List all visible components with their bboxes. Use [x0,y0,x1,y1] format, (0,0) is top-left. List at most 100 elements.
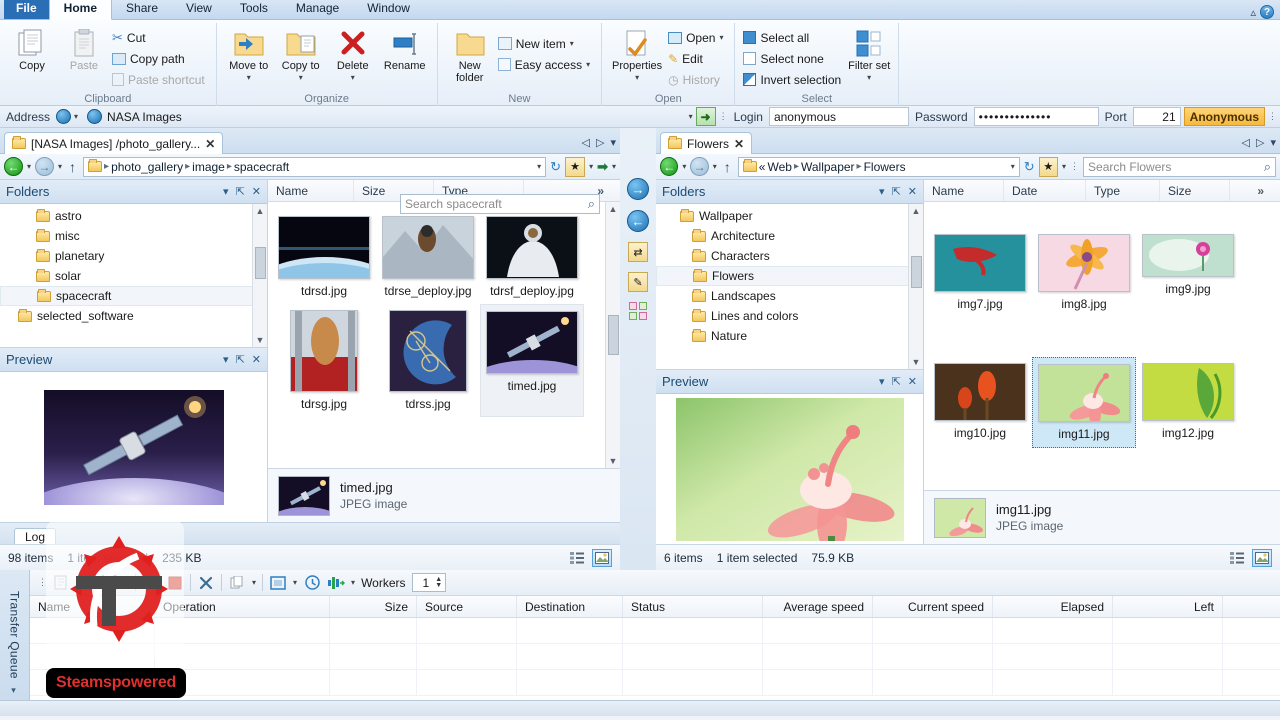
right-crumb-2[interactable]: Flowers [864,160,906,174]
move-to-button[interactable]: Move to ▾ [223,25,275,84]
left-tree-item-misc[interactable]: misc [0,226,267,246]
right-back-icon[interactable]: ← [660,157,679,176]
workers-stepper[interactable]: 1 ▲ ▼ [411,573,447,592]
right-col-more-icon[interactable]: » [1257,184,1280,198]
tq-add-transfer-icon[interactable] [77,574,95,592]
tq-schedule-clock-icon[interactable] [303,574,321,592]
left-auto-caret-icon[interactable]: ▾ [612,162,616,171]
right-nav-overflow-icon[interactable]: ⋮ [1070,161,1079,172]
tq-pause-icon[interactable] [142,574,160,592]
copy-path-button[interactable]: Copy path [110,48,210,69]
transfer-queue-collapse-icon[interactable]: ▾ [10,686,20,696]
left-file-item[interactable]: tdrss.jpg [376,304,480,417]
left-grid-scrollbar[interactable]: ▲ ▼ [605,202,620,468]
scroll-down-icon[interactable]: ▼ [256,333,265,347]
tq-stop-icon[interactable] [166,574,184,592]
right-tree-item-wallpaper[interactable]: Wallpaper [656,206,923,226]
right-search-input[interactable]: Search Flowers ⌕ [1083,156,1276,177]
scroll-up-icon[interactable]: ▲ [256,204,265,218]
right-details-view-button[interactable] [1227,549,1247,567]
left-auto-transfer-icon[interactable]: ➡ [597,159,608,175]
transfer-queue-list[interactable] [30,618,1280,700]
left-file-grid[interactable]: tdrsd.jpg tdrse_deploy.jpg tdrsf_deploy.… [268,202,620,468]
left-folders-close-icon[interactable]: ✕ [252,185,261,198]
right-col-name[interactable]: Name [924,180,1004,201]
select-all-button[interactable]: Select all [741,27,846,48]
right-col-date[interactable]: Date [1004,180,1086,201]
left-crumb-2[interactable]: spacecraft [234,160,289,174]
tq-save-icon[interactable] [101,574,119,592]
left-breadcrumb[interactable]: ▸ photo_gallery ▸ image ▸ spacecraft ▾ [83,156,547,177]
port-input[interactable]: 21 [1132,107,1181,126]
filter-set-caret-icon[interactable]: ▾ [867,72,871,84]
left-back-icon[interactable]: ← [4,157,23,176]
left-tree-item-planetary[interactable]: planetary [0,246,267,266]
tab-next-icon[interactable]: ▷ [596,136,604,149]
address-dropdown-caret-icon[interactable]: ▾ [74,112,78,121]
right-folders-close-icon[interactable]: ✕ [908,185,917,198]
right-file-item[interactable]: img7.jpg [928,228,1032,317]
tab-list-caret-icon[interactable]: ▾ [610,136,616,149]
delete-caret-icon[interactable]: ▾ [351,72,355,84]
tab-prev-icon[interactable]: ◁ [582,136,590,149]
tq-cancel-icon[interactable] [197,574,215,592]
move-to-caret-icon[interactable]: ▾ [247,72,251,84]
tq-col-source[interactable]: Source [417,596,517,617]
left-forward-caret-icon[interactable]: ▾ [58,162,62,171]
right-file-grid[interactable]: img7.jpg img8.jpg img9.jpg img10.jpg img… [924,202,1280,490]
copy-to-caret-icon[interactable]: ▾ [299,72,303,84]
ribbon-tab-home[interactable]: Home [48,0,113,20]
delete-button[interactable]: Delete ▾ [327,25,379,84]
left-log-tab[interactable]: Log [14,528,57,545]
right-breadcrumb[interactable]: « Web ▸ Wallpaper ▸ Flowers ▾ [737,156,1020,177]
right-file-item[interactable]: img10.jpg [928,357,1032,448]
right-tree-item-nature[interactable]: Nature [656,326,923,346]
tab-list-caret-icon[interactable]: ▾ [1270,136,1276,149]
left-file-item[interactable]: tdrse_deploy.jpg [376,210,480,304]
left-thumbnail-view-button[interactable] [592,548,612,567]
right-file-item[interactable]: img8.jpg [1032,228,1136,317]
synchronize-button[interactable] [629,302,647,320]
site-globe-icon[interactable] [56,109,72,124]
left-crumb-1[interactable]: image [192,160,225,174]
tq-col-size[interactable]: Size [330,596,417,617]
tq-col-destination[interactable]: Destination [517,596,623,617]
left-tab[interactable]: [NASA Images] /photo_gallery... ✕ [4,132,224,154]
left-file-item[interactable]: tdrsf_deploy.jpg [480,210,584,304]
tq-col-status[interactable]: Status [623,596,763,617]
tq-save-caret-icon[interactable]: ▾ [125,578,129,587]
right-preview-menu-caret-icon[interactable]: ▾ [879,375,885,388]
left-folders-pin-icon[interactable]: ⇱ [236,185,245,198]
new-folder-button[interactable]: New folder [444,25,496,84]
filter-set-button[interactable]: Filter set ▾ [846,25,892,84]
scroll-thumb[interactable] [607,315,619,355]
tq-copy-queue-icon[interactable] [228,574,246,592]
tq-col-elapsed[interactable]: Elapsed [993,596,1113,617]
new-item-caret-icon[interactable]: ▾ [570,39,574,48]
sync-browsing-button[interactable]: ⇄ [628,242,648,262]
left-crumb-0[interactable]: photo_gallery [111,160,183,174]
properties-button[interactable]: Properties ▾ [608,25,666,84]
scroll-down-icon[interactable]: ▼ [609,454,618,468]
tq-open-file-icon[interactable] [53,574,71,592]
paste-shortcut-button[interactable]: Paste shortcut [110,69,210,90]
ribbon-tab-view[interactable]: View [172,0,226,19]
left-search-input[interactable]: Search spacecraft ⌕ [400,194,600,214]
tq-col-left[interactable]: Left [1113,596,1223,617]
scroll-thumb[interactable] [254,246,266,279]
right-crumb-caret-icon[interactable]: ▾ [1011,162,1015,171]
password-input[interactable]: •••••••••••••• [973,107,1099,126]
search-icon[interactable]: ⌕ [588,196,595,212]
scroll-up-icon[interactable]: ▲ [912,204,921,218]
tq-grip-icon[interactable]: ⋮ [38,577,47,588]
copy-button[interactable]: Copy [6,25,58,72]
scroll-thumb[interactable] [910,255,922,288]
right-tree-item-flowers[interactable]: Flowers [656,266,923,286]
tq-col-name[interactable]: Name [30,596,155,617]
tab-next-icon[interactable]: ▷ [1256,136,1264,149]
left-bookmark-icon[interactable]: ★ [565,156,586,177]
right-tree-item-lines-and-colors[interactable]: Lines and colors [656,306,923,326]
new-item-button[interactable]: New item ▾ [496,33,595,54]
ribbon-tab-window[interactable]: Window [353,0,424,19]
right-tree-item-characters[interactable]: Characters [656,246,923,266]
